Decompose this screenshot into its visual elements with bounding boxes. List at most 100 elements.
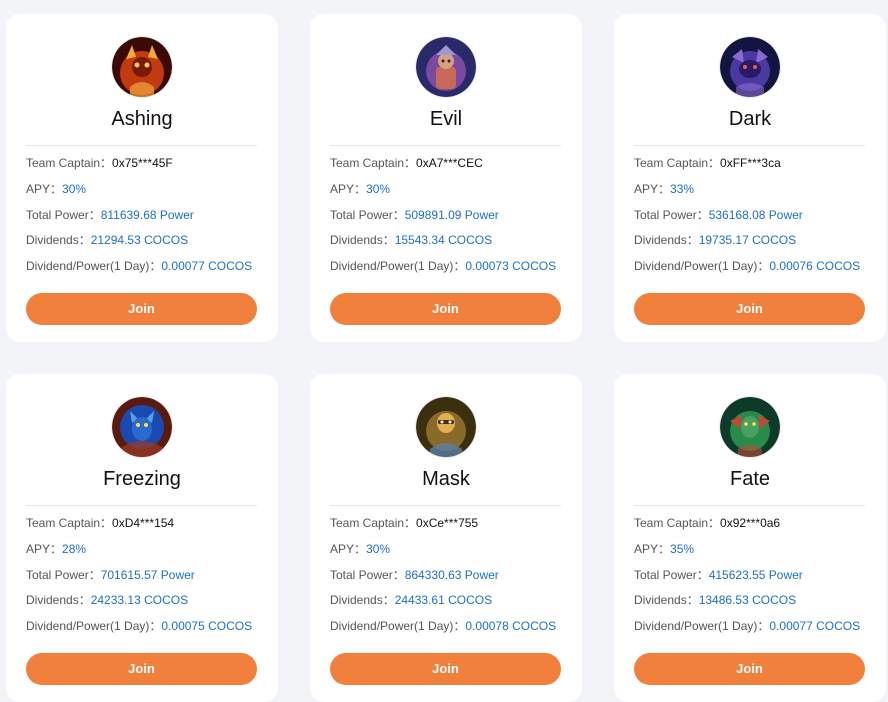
dividend-per-power-row: Dividend/Power(1 Day)：0.00078 COCOS — [330, 619, 556, 633]
team-name: Dark — [728, 108, 772, 130]
dividends-row: Dividends：21294.53 COCOS — [26, 233, 188, 247]
team-captain-label: Team Captain： — [26, 516, 113, 530]
apy-value: 28% — [62, 542, 87, 556]
team-captain-value: 0xD4***154 — [112, 516, 175, 530]
divider — [26, 505, 257, 506]
apy-row: APY：28% — [26, 542, 86, 556]
team-captain-label: Team Captain： — [330, 516, 417, 530]
dividends-label: Dividends： — [634, 233, 699, 247]
team-captain-row: Team Captain：0xA7***CEC — [330, 156, 483, 170]
apy-value: 30% — [366, 542, 391, 556]
apy-label: APY： — [26, 542, 63, 556]
total-power-value: 864330.63 Power — [404, 568, 499, 582]
team-name: Evil — [429, 108, 463, 130]
team-card: Evil Team Captain：0xA7***CEC APY：30% Tot… — [310, 14, 582, 342]
masked-warrior-icon — [416, 397, 476, 457]
apy-row: APY：30% — [330, 542, 390, 556]
total-power-label: Total Power： — [26, 208, 101, 222]
apy-label: APY： — [634, 542, 671, 556]
dividends-row: Dividends：19735.17 COCOS — [634, 233, 796, 247]
apy-label: APY： — [330, 182, 367, 196]
total-power-row: Total Power：701615.57 Power — [26, 568, 195, 582]
dividend-per-power-value: 0.00075 COCOS — [161, 619, 253, 633]
dividend-per-power-label: Dividend/Power(1 Day)： — [330, 259, 466, 273]
apy-row: APY：35% — [634, 542, 694, 556]
team-captain-value: 0x92***0a6 — [720, 516, 781, 530]
divider — [330, 145, 561, 146]
apy-row: APY：30% — [26, 182, 86, 196]
dividend-per-power-value: 0.00078 COCOS — [465, 619, 557, 633]
total-power-row: Total Power：536168.08 Power — [634, 208, 803, 222]
apy-row: APY：30% — [330, 182, 390, 196]
total-power-label: Total Power： — [634, 568, 709, 582]
warlord-icon — [416, 37, 476, 97]
apy-value: 30% — [366, 182, 391, 196]
ice-dragon-icon — [112, 397, 172, 457]
dividends-row: Dividends：15543.34 COCOS — [330, 233, 492, 247]
dividends-value: 21294.53 COCOS — [90, 233, 189, 247]
dividends-value: 15543.34 COCOS — [394, 233, 493, 247]
dividends-value: 13486.53 COCOS — [698, 593, 797, 607]
divider — [634, 145, 865, 146]
dividends-row: Dividends：24233.13 COCOS — [26, 593, 188, 607]
team-card: Ashing Team Captain：0x75***45F APY：30% T… — [6, 14, 278, 342]
apy-label: APY： — [330, 542, 367, 556]
total-power-value: 536168.08 Power — [708, 208, 803, 222]
team-captain-row: Team Captain：0xCe***755 — [330, 516, 478, 530]
team-name: Ashing — [111, 108, 173, 130]
apy-label: APY： — [26, 182, 63, 196]
team-grid: Ashing Team Captain：0x75***45F APY：30% T… — [0, 0, 888, 702]
team-card: Freezing Team Captain：0xD4***154 APY：28%… — [6, 374, 278, 702]
dividend-per-power-row: Dividend/Power(1 Day)：0.00075 COCOS — [26, 619, 252, 633]
join-button[interactable]: Join — [26, 293, 257, 325]
team-card: Mask Team Captain：0xCe***755 APY：30% Tot… — [310, 374, 582, 702]
fire-demon-icon — [112, 37, 172, 97]
dividends-value: 19735.17 COCOS — [698, 233, 797, 247]
dividend-per-power-label: Dividend/Power(1 Day)： — [330, 619, 466, 633]
dividend-per-power-row: Dividend/Power(1 Day)：0.00077 COCOS — [634, 619, 860, 633]
total-power-label: Total Power： — [330, 208, 405, 222]
team-captain-value: 0xCe***755 — [416, 516, 479, 530]
divider — [330, 505, 561, 506]
divider — [26, 145, 257, 146]
join-button[interactable]: Join — [26, 653, 257, 685]
dividend-per-power-value: 0.00076 COCOS — [769, 259, 861, 273]
total-power-value: 509891.09 Power — [404, 208, 499, 222]
dividends-row: Dividends：13486.53 COCOS — [634, 593, 796, 607]
join-button[interactable]: Join — [330, 293, 561, 325]
join-button[interactable]: Join — [634, 293, 865, 325]
apy-value: 30% — [62, 182, 87, 196]
team-captain-row: Team Captain：0xFF***3ca — [634, 156, 781, 170]
join-button[interactable]: Join — [330, 653, 561, 685]
team-captain-row: Team Captain：0xD4***154 — [26, 516, 174, 530]
dividend-per-power-label: Dividend/Power(1 Day)： — [26, 619, 162, 633]
apy-value: 33% — [670, 182, 695, 196]
team-captain-row: Team Captain：0x92***0a6 — [634, 516, 780, 530]
team-name: Mask — [422, 468, 470, 490]
team-captain-label: Team Captain： — [26, 156, 113, 170]
dividend-per-power-value: 0.00077 COCOS — [769, 619, 861, 633]
dividend-per-power-row: Dividend/Power(1 Day)：0.00076 COCOS — [634, 259, 860, 273]
dividend-per-power-value: 0.00077 COCOS — [161, 259, 253, 273]
dividend-per-power-label: Dividend/Power(1 Day)： — [26, 259, 162, 273]
apy-row: APY：33% — [634, 182, 694, 196]
dividend-per-power-row: Dividend/Power(1 Day)：0.00073 COCOS — [330, 259, 556, 273]
team-captain-label: Team Captain： — [330, 156, 417, 170]
team-name: Freezing — [103, 468, 181, 490]
dividends-value: 24233.13 COCOS — [90, 593, 189, 607]
team-captain-value: 0xA7***CEC — [416, 156, 483, 170]
dividend-per-power-value: 0.00073 COCOS — [465, 259, 557, 273]
dividends-label: Dividends： — [330, 593, 395, 607]
team-captain-label: Team Captain： — [634, 516, 721, 530]
total-power-row: Total Power：811639.68 Power — [26, 208, 194, 222]
join-button[interactable]: Join — [634, 653, 865, 685]
team-captain-row: Team Captain：0x75***45F — [26, 156, 173, 170]
dividend-per-power-label: Dividend/Power(1 Day)： — [634, 619, 770, 633]
total-power-value: 415623.55 Power — [708, 568, 803, 582]
dividends-label: Dividends： — [26, 593, 91, 607]
team-captain-value: 0xFF***3ca — [720, 156, 781, 170]
dividend-per-power-row: Dividend/Power(1 Day)：0.00077 COCOS — [26, 259, 252, 273]
team-captain-label: Team Captain： — [634, 156, 721, 170]
divider — [634, 505, 865, 506]
green-dragon-icon — [720, 397, 780, 457]
